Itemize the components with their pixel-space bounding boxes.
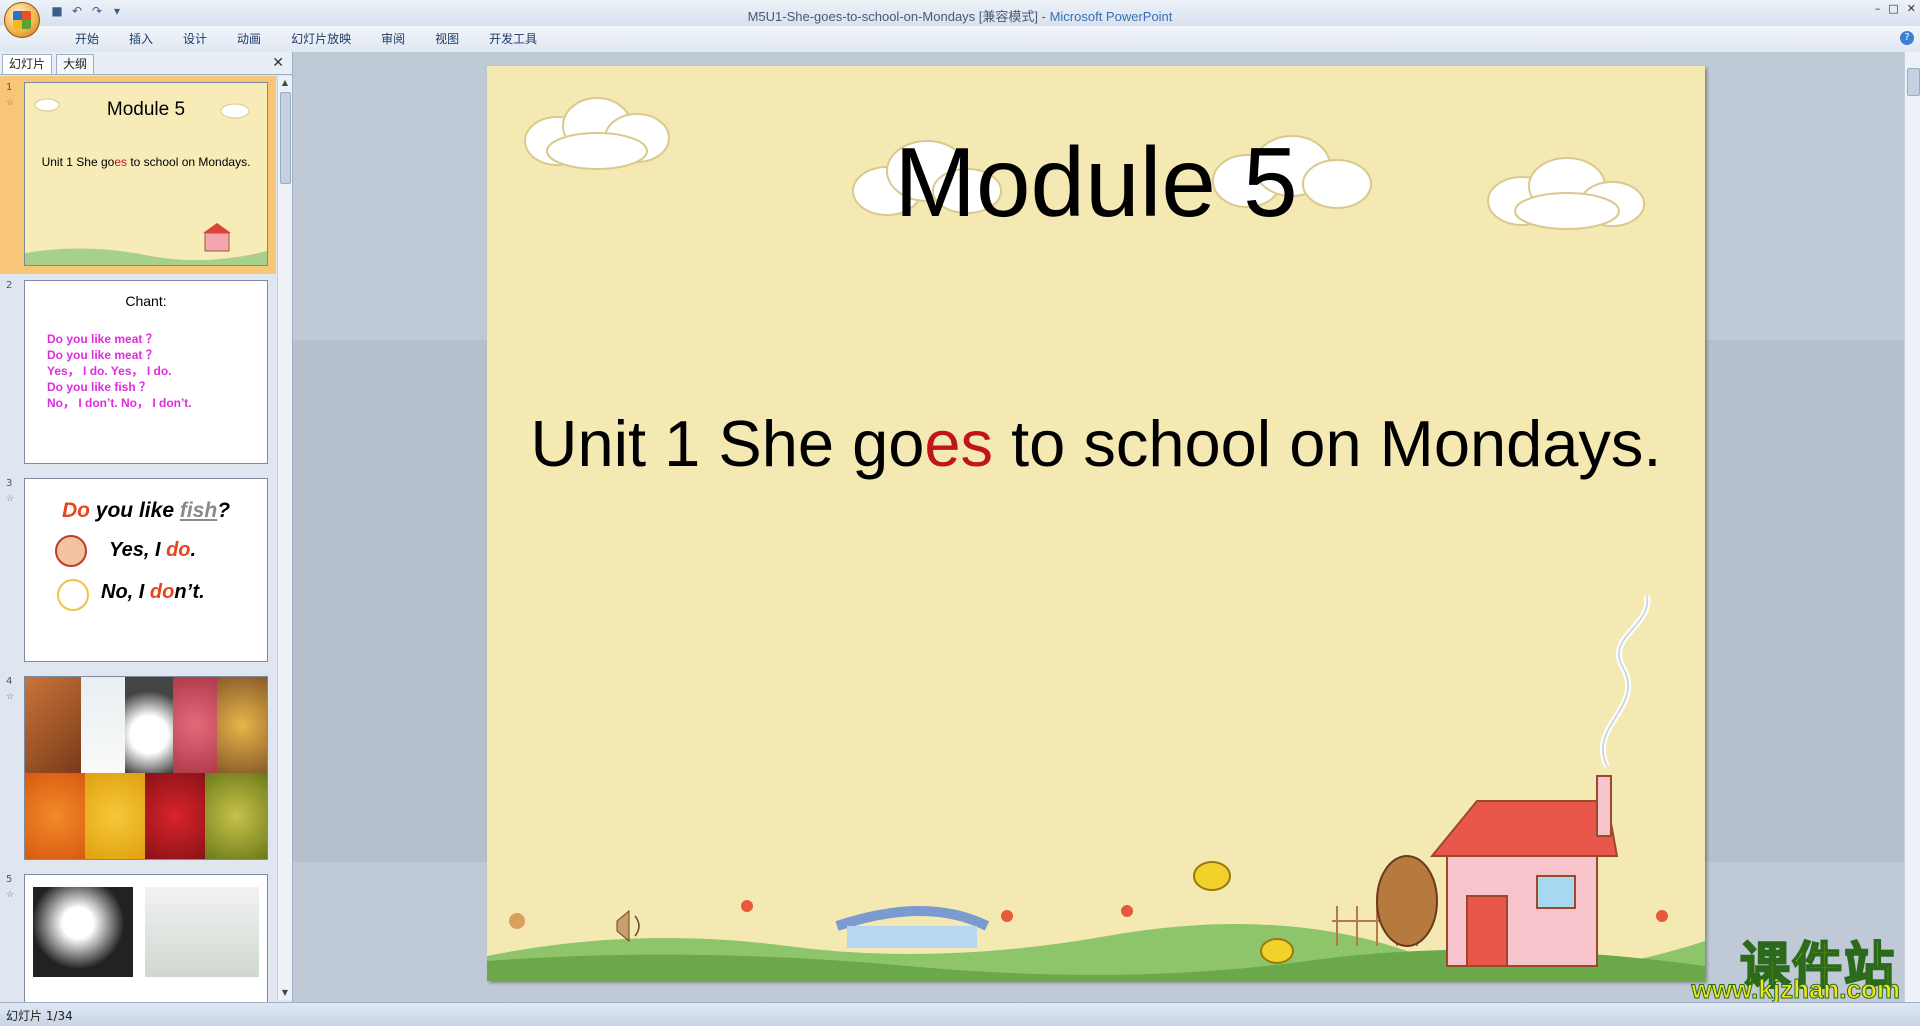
- slide-title[interactable]: Module 5: [487, 126, 1705, 239]
- animation-star-icon: ☆: [6, 98, 15, 108]
- thumbnail-slide-2[interactable]: 2 Chant: Do you like meat ？ Do you like …: [0, 274, 276, 472]
- thumbnail-slide-3[interactable]: 3 ☆ Do you like fish? Yes, I do. No, I d…: [0, 472, 276, 670]
- question-text: Do you like fish?: [61, 499, 231, 522]
- scroll-up-icon[interactable]: ▲: [278, 76, 292, 90]
- banana-image: [85, 773, 145, 859]
- thumbnail-number: 5: [6, 874, 13, 885]
- pear-image: [205, 773, 267, 859]
- football-image: [33, 887, 133, 977]
- chant-line: Do you like meat ？: [47, 348, 158, 362]
- animation-star-icon: ☆: [6, 494, 15, 504]
- scrollbar-thumb[interactable]: [280, 92, 291, 184]
- minimize-icon[interactable]: –: [1875, 2, 1881, 15]
- office-logo-icon: [13, 11, 31, 29]
- food-image: [25, 677, 81, 773]
- status-bar: 幻灯片 1/34: [0, 1002, 1920, 1026]
- thumbnail-preview: Module 5 Unit 1 She goes to school on Mo…: [24, 82, 268, 266]
- help-icon[interactable]: ?: [1900, 31, 1914, 45]
- slide-subtitle[interactable]: Unit 1 She goes to school on Mondays.: [487, 406, 1705, 481]
- house: [1429, 775, 1619, 967]
- thumbnail-list: 1 ☆ Module 5 Unit 1 She goes to school o…: [0, 76, 276, 1002]
- ribbon: 开始 插入 设计 动画 幻灯片放映 审阅 视图 开发工具 ?: [0, 26, 1920, 53]
- chant-lines: Do you like meat ？ Do you like meat ？ Ye…: [47, 331, 192, 411]
- thumbnail-preview: Do you like fish? Yes, I do. No, I don’t…: [24, 478, 268, 662]
- chant-line: Do you like fish ？: [47, 380, 152, 394]
- title-bar: ■ ↶ ↷ ▾ M5U1-She-goes-to-school-on-Monda…: [0, 0, 1920, 26]
- girl-avatar-icon: [55, 535, 87, 567]
- maximize-icon[interactable]: □: [1888, 2, 1898, 15]
- apple-image: [145, 773, 205, 859]
- thumbnail-preview: Chant: Do you like meat ？ Do you like me…: [24, 280, 268, 464]
- ribbon-tabs: 开始 插入 设计 动画 幻灯片放映 审阅 视图 开发工具: [60, 31, 552, 47]
- thumbnail-number: 2: [6, 280, 13, 291]
- rabbit-avatar-icon: [57, 579, 89, 611]
- thumbnail-number: 3: [6, 478, 13, 489]
- watermark-url: www.kjzhan.com: [1691, 974, 1901, 1005]
- tab-design[interactable]: 设计: [168, 31, 222, 47]
- slides-pane: 幻灯片 大纲 ✕ 1 ☆ Module 5 Unit 1 She goes to…: [0, 52, 293, 1002]
- thumbnail-title: Module 5: [106, 99, 186, 120]
- player-image: [145, 887, 259, 977]
- thumbnail-slide-4[interactable]: 4 ☆: [0, 670, 276, 868]
- thumbnail-number: 1: [6, 82, 13, 93]
- chant-line: Do you like meat ？: [47, 332, 158, 346]
- orange-image: [25, 773, 85, 859]
- thumbnail-title: Chant:: [125, 293, 167, 309]
- tab-developer[interactable]: 开发工具: [474, 31, 552, 47]
- animation-star-icon: ☆: [6, 890, 15, 900]
- tab-view[interactable]: 视图: [420, 31, 474, 47]
- watermark-logo: 课件站 www.kjzhan.com: [1684, 926, 1914, 1005]
- thumbnail-preview: football play football: [24, 874, 268, 1002]
- close-icon[interactable]: ✕: [1907, 2, 1916, 15]
- window-controls: – □ ✕: [1875, 2, 1916, 15]
- tab-insert[interactable]: 插入: [114, 31, 168, 47]
- thumbnail-slide-5[interactable]: 5 ☆ football play football: [0, 868, 276, 1002]
- thumbnail-number: 4: [6, 676, 13, 687]
- meat-image: [173, 677, 217, 773]
- slide-counter: 幻灯片 1/34: [6, 1009, 73, 1023]
- answer-no: No, I don’t.: [101, 581, 205, 603]
- pane-scrollbar[interactable]: ▲ ▼: [277, 76, 292, 1000]
- tab-animations[interactable]: 动画: [222, 31, 276, 47]
- tab-outline[interactable]: 大纲: [56, 54, 95, 74]
- answer-yes: Yes, I do.: [109, 539, 197, 561]
- pane-tabs: 幻灯片 大纲 ✕: [0, 52, 292, 75]
- tab-home[interactable]: 开始: [60, 31, 114, 47]
- slide-scrollbar[interactable]: [1904, 52, 1920, 1002]
- scrollbar-thumb[interactable]: [1907, 68, 1920, 96]
- current-slide[interactable]: Module 5 Unit 1 She goes to school on Mo…: [487, 66, 1705, 981]
- chant-line: Yes， I do. Yes， I do.: [47, 364, 172, 378]
- rice-image: [125, 677, 173, 773]
- sound-icon: [616, 909, 640, 943]
- slide-editing-area: Module 5 Unit 1 She goes to school on Mo…: [293, 52, 1920, 1002]
- chant-line: No， I don’t. No， I don’t.: [47, 396, 192, 410]
- animation-star-icon: ☆: [6, 692, 15, 702]
- noodles-image: [217, 677, 267, 773]
- tab-slideshow[interactable]: 幻灯片放映: [276, 31, 366, 47]
- window-title: M5U1-She-goes-to-school-on-Mondays [兼容模式…: [747, 9, 1173, 24]
- tab-slides[interactable]: 幻灯片: [2, 54, 53, 74]
- tab-review[interactable]: 审阅: [366, 31, 420, 47]
- pane-close-icon[interactable]: ✕: [272, 55, 284, 71]
- office-button[interactable]: [4, 2, 40, 38]
- thumbnail-slide-1[interactable]: 1 ☆ Module 5 Unit 1 She goes to school o…: [0, 76, 276, 274]
- scroll-down-icon[interactable]: ▼: [278, 986, 292, 1000]
- milk-image: [81, 677, 125, 773]
- thumbnail-subtitle: Unit 1 She goes to school on Mondays.: [41, 155, 251, 169]
- thumbnail-preview: [24, 676, 268, 860]
